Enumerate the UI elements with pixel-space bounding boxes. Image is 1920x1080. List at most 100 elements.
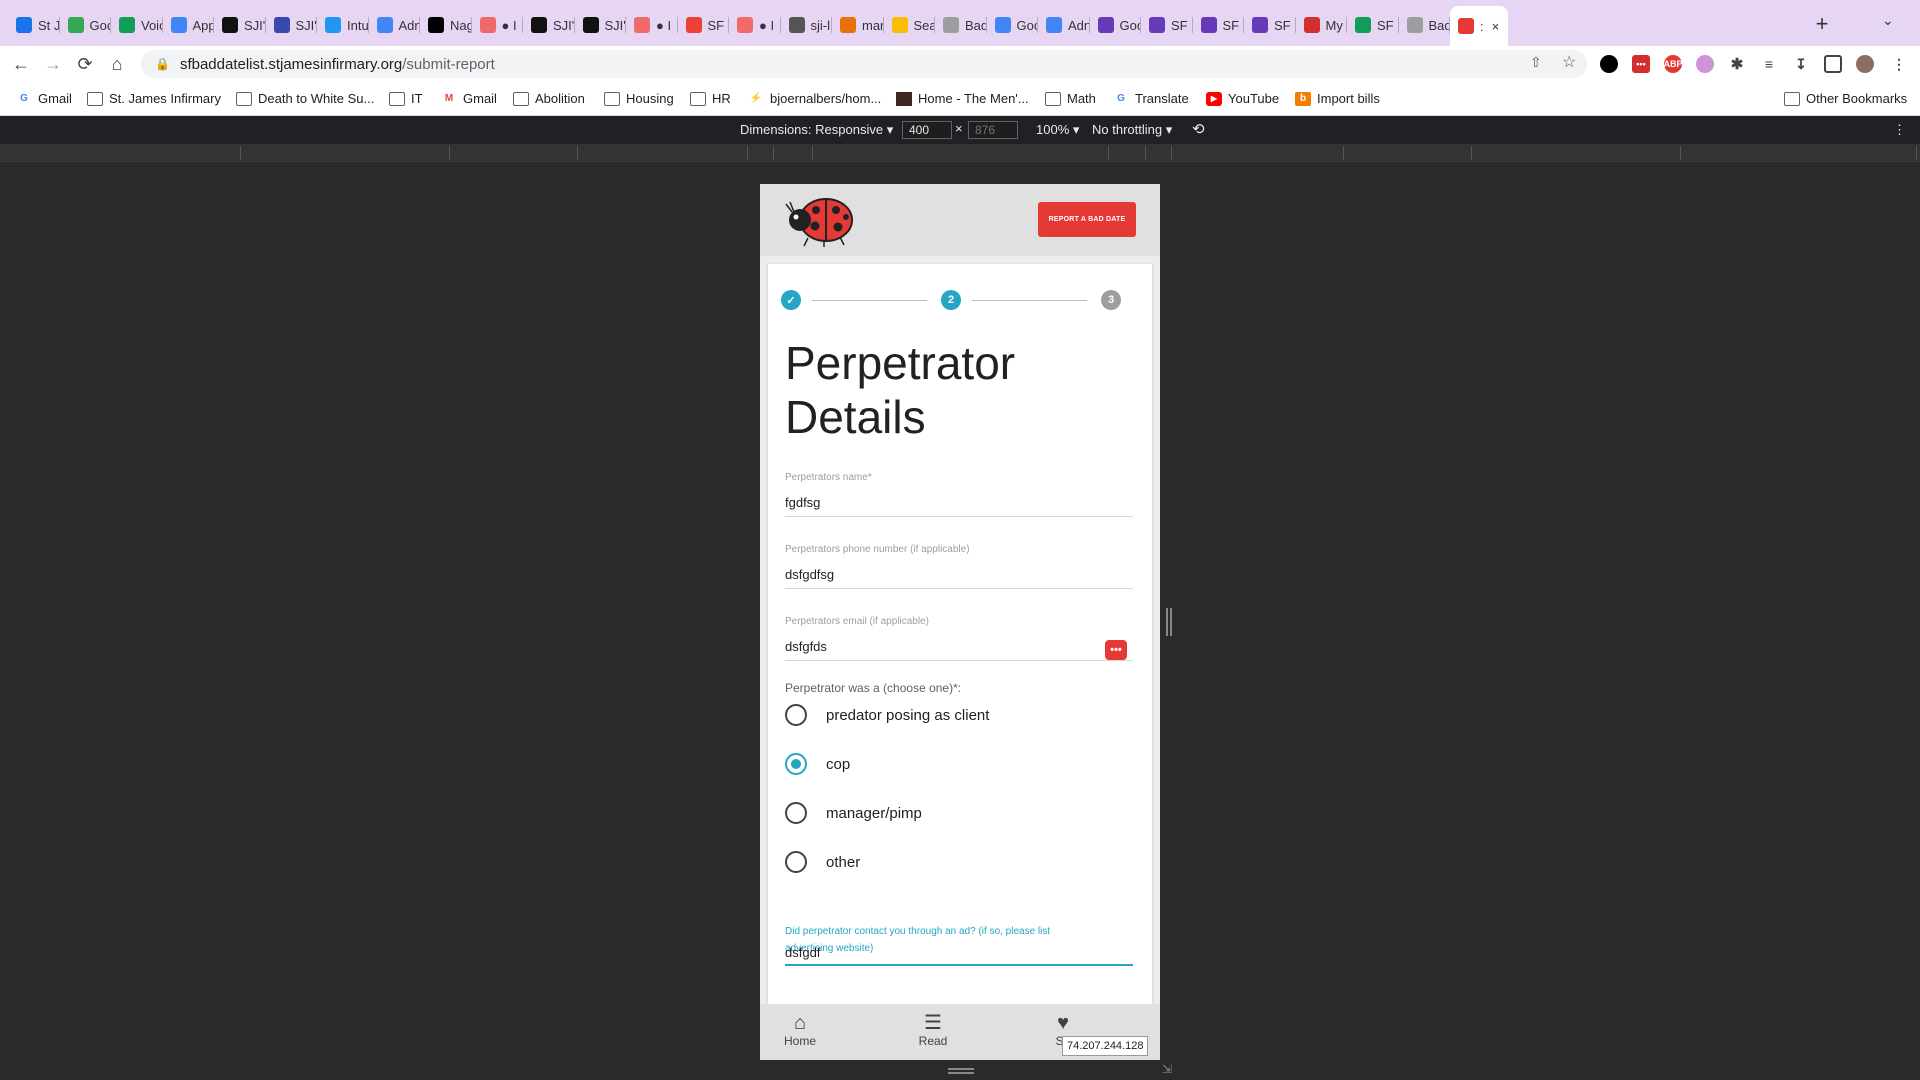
bookmark-item[interactable]: Abolition	[513, 91, 585, 106]
bookmark-item[interactable]: ▶ YouTube	[1206, 91, 1279, 106]
browser-tab[interactable]: SF I	[1193, 10, 1244, 40]
extension-orb-icon[interactable]	[1696, 55, 1714, 73]
browser-tab[interactable]: Sea	[884, 10, 935, 40]
browser-tab[interactable]: Goo	[1090, 10, 1141, 40]
bookmark-label: Housing	[626, 91, 674, 106]
browser-tab[interactable]: SJI'	[523, 10, 575, 40]
browser-tab[interactable]: St J	[8, 10, 60, 40]
perpetrator-phone-input[interactable]: dsfgdfsg	[785, 567, 1133, 589]
zoom-dropdown[interactable]: 100% ▾	[1036, 122, 1079, 138]
throttling-dropdown[interactable]: No throttling ▾	[1092, 122, 1172, 138]
close-tab-icon[interactable]: ×	[1492, 19, 1500, 34]
report-bad-date-button[interactable]: REPORT A BAD DATE	[1038, 202, 1136, 237]
radio-other[interactable]: other	[785, 851, 860, 873]
rotate-icon[interactable]: ⟲	[1192, 120, 1205, 138]
ladybug-logo-icon[interactable]	[784, 192, 858, 248]
bookmark-item[interactable]: G Gmail	[16, 91, 72, 106]
width-input[interactable]	[902, 121, 952, 139]
browser-tab[interactable]: SF I	[1244, 10, 1296, 40]
browser-tab[interactable]: Goo	[987, 10, 1038, 40]
other-bookmarks[interactable]: Other Bookmarks	[1784, 91, 1907, 106]
radio-circle-icon[interactable]	[785, 802, 807, 824]
bookmark-item[interactable]: St. James Infirmary	[87, 91, 221, 106]
browser-tab[interactable]: : ×	[1450, 6, 1508, 46]
radio-cop[interactable]: cop	[785, 753, 850, 775]
radio-selected-icon[interactable]	[785, 753, 807, 775]
adblock-extension-icon[interactable]: ABP	[1664, 55, 1683, 73]
device-viewport: REPORT A BAD DATE ✓ 2 3 Perpetrator Deta…	[760, 184, 1160, 1060]
browser-tab[interactable]: SF I	[1347, 10, 1399, 40]
address-bar[interactable]: 🔒 sfbaddatelist.stjamesinfirmary.org/sub…	[141, 50, 1587, 78]
perpetrator-phone-field[interactable]: Perpetrators phone number (if applicable…	[785, 544, 1133, 589]
extension-circle-icon[interactable]	[1600, 55, 1618, 73]
browser-tab[interactable]: SF I	[1141, 10, 1193, 40]
folder-icon	[87, 91, 103, 106]
home-button[interactable]: ⌂	[105, 52, 129, 76]
perpetrator-name-field[interactable]: Perpetrators name* fgdfsg	[785, 472, 1133, 517]
bookmark-item[interactable]: IT	[389, 91, 423, 106]
browser-tab[interactable]: Intu	[317, 10, 369, 40]
bookmark-item[interactable]: b Import bills	[1295, 91, 1380, 106]
browser-tab[interactable]: ● I	[626, 10, 678, 40]
height-input[interactable]	[968, 121, 1018, 139]
bookmark-item[interactable]: HR	[690, 91, 731, 106]
bookmark-item[interactable]: Home - The Men'...	[896, 91, 1029, 106]
side-panel-icon[interactable]	[1824, 55, 1842, 73]
lastpass-extension-icon[interactable]: •••	[1632, 55, 1650, 73]
browser-tab[interactable]: SJI'	[266, 10, 317, 40]
browser-tab[interactable]: Adn	[1038, 10, 1090, 40]
download-icon[interactable]: ↧	[1792, 55, 1810, 73]
browser-tab[interactable]: Nag	[420, 10, 472, 40]
perpetrator-name-input[interactable]: fgdfsg	[785, 495, 1133, 517]
bookmark-item[interactable]: Death to White Su...	[236, 91, 374, 106]
browser-tab[interactable]: ● I	[729, 10, 781, 40]
devtools-menu-icon[interactable]: ⋮	[1893, 122, 1906, 138]
browser-tab[interactable]: Goo	[60, 10, 111, 40]
extensions-puzzle-icon[interactable]: ✱	[1728, 55, 1746, 73]
lock-icon[interactable]: 🔒	[155, 57, 170, 71]
radio-manager[interactable]: manager/pimp	[785, 802, 922, 824]
share-icon[interactable]: ⇧	[1530, 54, 1542, 71]
media-queue-icon[interactable]: ≡	[1760, 55, 1778, 73]
bookmark-item[interactable]: Housing	[604, 91, 674, 106]
dimensions-dropdown[interactable]: Dimensions: Responsive ▾	[740, 122, 893, 138]
resize-handle-right[interactable]	[1166, 608, 1172, 636]
browser-tab[interactable]: Bad	[1399, 10, 1450, 40]
resize-handle-bottom[interactable]	[948, 1068, 974, 1074]
bookmark-star-icon[interactable]: ☆	[1562, 52, 1576, 72]
forward-button[interactable]: →	[41, 52, 65, 76]
browser-tab[interactable]: App	[163, 10, 214, 40]
browser-tab[interactable]: SJI'	[575, 10, 626, 40]
radio-circle-icon[interactable]	[785, 704, 807, 726]
tab-title: SJI'	[244, 17, 266, 33]
bookmark-item[interactable]: G Translate	[1113, 91, 1189, 106]
browser-menu-icon[interactable]: ⋮	[1890, 55, 1908, 73]
browser-tab[interactable]: SJI'	[214, 10, 266, 40]
tab-search-chevron-icon[interactable]: ⌄	[1882, 12, 1894, 29]
lastpass-autofill-icon[interactable]: •••	[1105, 640, 1127, 660]
browser-tab[interactable]: mar	[832, 10, 884, 40]
bookmark-item[interactable]: M Gmail	[441, 91, 497, 106]
radio-circle-icon[interactable]	[785, 851, 807, 873]
perpetrator-email-field[interactable]: Perpetrators email (if applicable) dsfgf…	[785, 616, 1133, 661]
radio-predator[interactable]: predator posing as client	[785, 704, 989, 726]
nav-home[interactable]: ⌂ Home	[770, 1012, 830, 1048]
browser-tab[interactable]: Bad	[935, 10, 987, 40]
browser-tab[interactable]: SF I	[678, 10, 729, 40]
bookmark-item[interactable]: Math	[1045, 91, 1096, 106]
reload-button[interactable]: ⟳	[73, 52, 97, 76]
browser-tab[interactable]: My	[1296, 10, 1347, 40]
ad-website-input[interactable]: dsfgdf	[785, 945, 1133, 966]
profile-avatar[interactable]	[1856, 55, 1874, 73]
bookmark-item[interactable]: ⚡ bjoernalbers/hom...	[748, 91, 882, 106]
media-query-ruler[interactable]	[0, 144, 1920, 162]
back-button[interactable]: ←	[9, 52, 33, 76]
browser-tab[interactable]: ● I	[472, 10, 523, 40]
browser-tab[interactable]: Adn	[369, 10, 420, 40]
browser-tab[interactable]: Voic	[111, 10, 163, 40]
nav-read[interactable]: ☰ Read	[903, 1012, 963, 1048]
browser-tab[interactable]: sji-l	[781, 10, 832, 40]
new-tab-button[interactable]: +	[1808, 10, 1836, 38]
resize-handle-corner-icon[interactable]: ⇲	[1162, 1062, 1172, 1076]
perpetrator-email-input[interactable]: dsfgfds	[785, 639, 1133, 661]
